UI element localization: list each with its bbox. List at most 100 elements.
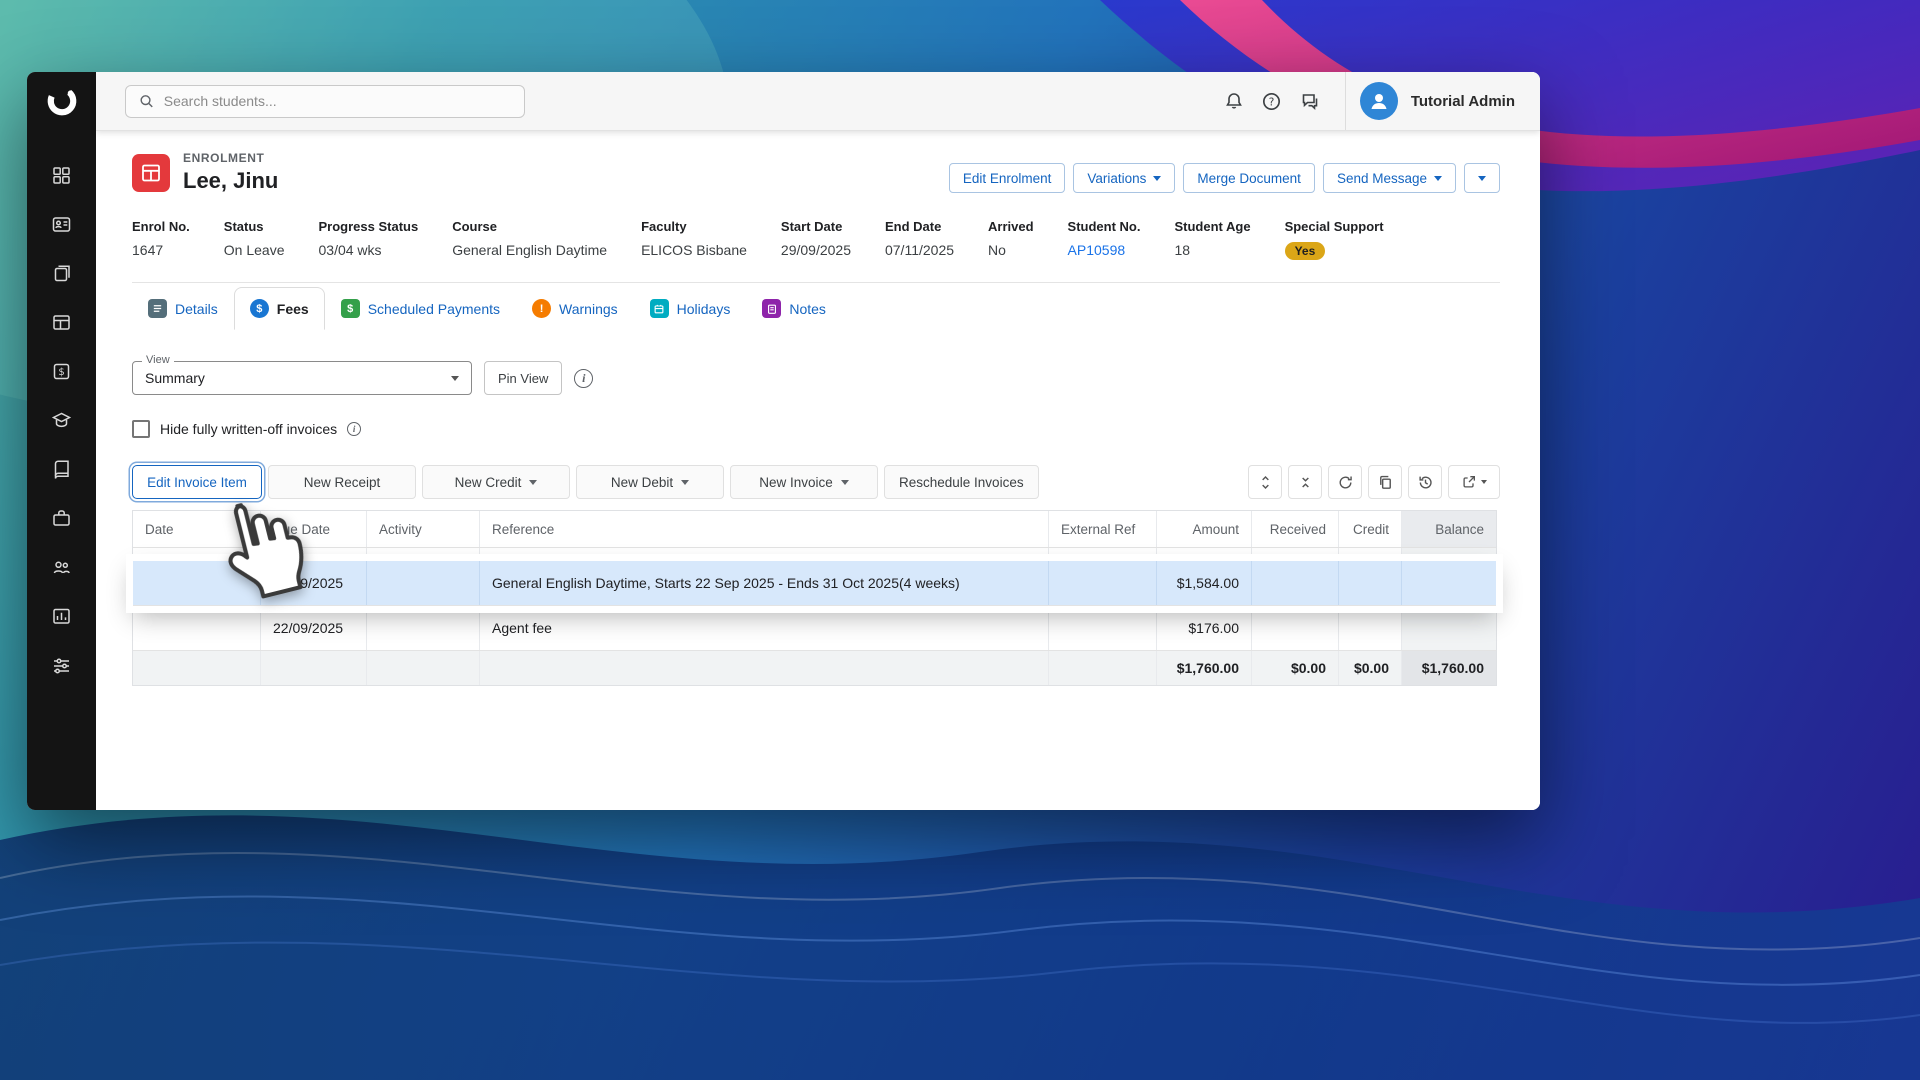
- info-enrol-no: Enrol No. 1647: [132, 219, 190, 258]
- student-no-link[interactable]: AP10598: [1068, 242, 1141, 258]
- notifications-icon[interactable]: [1215, 82, 1253, 120]
- tab-holidays[interactable]: Holidays: [634, 287, 747, 330]
- app-logo-icon[interactable]: [27, 72, 96, 130]
- invoice-row-partial[interactable]: [133, 548, 1496, 561]
- cell-balance: [1402, 606, 1496, 650]
- pin-view-button[interactable]: Pin View: [484, 361, 563, 395]
- user-name: Tutorial Admin: [1410, 92, 1515, 110]
- copy-table-icon[interactable]: [1368, 465, 1402, 499]
- profile-menu[interactable]: Tutorial Admin: [1359, 82, 1515, 120]
- info-student-age: Student Age 18: [1174, 219, 1251, 258]
- column-header[interactable]: Activity: [367, 511, 480, 547]
- info-start-date: Start Date 29/09/2025: [780, 219, 851, 258]
- education-icon[interactable]: [45, 409, 79, 431]
- column-header[interactable]: External Ref: [1049, 511, 1157, 547]
- cell-amount: $1,584.00: [1157, 561, 1252, 605]
- info-progress-status: Progress Status 03/04 wks: [318, 219, 419, 258]
- invoices-icon[interactable]: $: [45, 360, 79, 382]
- new-invoice-button[interactable]: New Invoice: [730, 465, 878, 499]
- help-icon[interactable]: ?: [1253, 82, 1291, 120]
- cell-received: [1252, 606, 1339, 650]
- tab-notes[interactable]: Notes: [746, 287, 842, 330]
- tab-warnings[interactable]: ! Warnings: [516, 287, 634, 330]
- more-actions-button[interactable]: [1464, 163, 1500, 193]
- cell-received: [1252, 561, 1339, 605]
- topbar: ? Tutorial Admin: [96, 72, 1540, 130]
- chevron-down-icon: [1434, 175, 1442, 181]
- chat-icon[interactable]: [1291, 82, 1329, 120]
- fees-table: Date Due Date Activity Reference Externa…: [132, 510, 1497, 686]
- total-amount: $1,760.00: [1157, 651, 1252, 685]
- column-header[interactable]: Received: [1252, 511, 1339, 547]
- column-header[interactable]: Credit: [1339, 511, 1402, 547]
- new-credit-button[interactable]: New Credit: [422, 465, 570, 499]
- invoice-row-highlighted[interactable]: 22/09/2025 General English Daytime, Star…: [133, 561, 1496, 606]
- briefcase-icon[interactable]: [45, 507, 79, 529]
- total-balance: $1,760.00: [1402, 651, 1496, 685]
- documents-icon[interactable]: [45, 262, 79, 284]
- reports-icon[interactable]: [45, 605, 79, 627]
- hide-written-off-checkbox[interactable]: [132, 420, 150, 438]
- view-select-value: Summary: [145, 370, 205, 386]
- status-badge: Yes: [1284, 242, 1326, 260]
- tab-scheduled-payments[interactable]: $ Scheduled Payments: [325, 287, 516, 330]
- info-special-support: Special Support Yes: [1284, 219, 1384, 260]
- search-box[interactable]: [125, 84, 525, 118]
- enrolment-icon: [132, 153, 170, 192]
- svg-text:$: $: [58, 367, 64, 378]
- contacts-icon[interactable]: [45, 213, 79, 235]
- agents-icon[interactable]: [45, 556, 79, 578]
- hide-written-off-info-icon[interactable]: i: [347, 422, 362, 436]
- cell-external-ref: [1049, 561, 1157, 605]
- total-credit: $0.00: [1339, 651, 1402, 685]
- info-student-no: Student No. AP10598: [1067, 219, 1141, 258]
- desktop-background: $ Search students... ? Tutorial Admin EN…: [0, 0, 1920, 1080]
- edit-enrolment-button[interactable]: Edit Enrolment: [948, 163, 1066, 193]
- collapse-rows-icon[interactable]: [1288, 465, 1322, 499]
- cell-external-ref: [1049, 606, 1157, 650]
- search-input[interactable]: [163, 93, 512, 109]
- tab-fees[interactable]: $ Fees: [233, 287, 325, 330]
- enrolment-eyebrow: ENROLMENT: [183, 151, 265, 165]
- column-header[interactable]: Amount: [1157, 511, 1252, 547]
- cell-due-date: 22/09/2025: [261, 606, 367, 650]
- export-icon[interactable]: [1448, 465, 1500, 499]
- tab-bar: Details $ Fees $ Scheduled Payments ! Wa…: [132, 283, 1500, 330]
- app-window: $ Search students... ? Tutorial Admin EN…: [27, 72, 1540, 810]
- dashboard-icon[interactable]: [45, 164, 79, 186]
- table-header-row: Date Due Date Activity Reference Externa…: [133, 511, 1496, 548]
- notes-icon: [762, 299, 782, 318]
- invoice-row-agent-fee[interactable]: 22/09/2025 Agent fee $176.00: [133, 606, 1496, 651]
- column-header[interactable]: Reference: [480, 511, 1049, 547]
- main-area: ? Tutorial Admin: [96, 72, 1540, 810]
- history-icon[interactable]: [1408, 465, 1442, 499]
- holidays-calendar-icon: [649, 299, 669, 318]
- merge-document-button[interactable]: Merge Document: [1183, 163, 1315, 193]
- view-select[interactable]: View Summary: [132, 354, 472, 395]
- info-end-date: End Date 07/11/2025: [884, 219, 955, 258]
- chevron-down-icon: [1478, 175, 1486, 181]
- chevron-down-icon: [1153, 175, 1162, 181]
- chevron-down-icon: [681, 479, 690, 485]
- hide-written-off-label: Hide fully written-off invoices: [160, 421, 338, 437]
- variations-button[interactable]: Variations: [1073, 163, 1176, 193]
- column-header[interactable]: Balance: [1402, 511, 1496, 547]
- refresh-icon[interactable]: [1328, 465, 1362, 499]
- view-info-icon[interactable]: i: [574, 368, 594, 388]
- reschedule-invoices-button[interactable]: Reschedule Invoices: [884, 465, 1039, 499]
- send-message-button[interactable]: Send Message: [1322, 163, 1456, 193]
- sidebar: $: [27, 72, 96, 810]
- library-icon[interactable]: [45, 458, 79, 480]
- total-received: $0.00: [1252, 651, 1339, 685]
- search-icon: [140, 95, 153, 108]
- topbar-divider: [1344, 72, 1346, 130]
- table-totals-row: $1,760.00 $0.00 $0.00 $1,760.00: [133, 651, 1496, 685]
- timetable-icon[interactable]: [45, 311, 79, 333]
- tab-details[interactable]: Details: [132, 287, 234, 330]
- avatar: [1359, 82, 1398, 120]
- warning-icon: !: [532, 299, 552, 318]
- new-debit-button[interactable]: New Debit: [576, 465, 724, 499]
- invoice-toolbar: Edit Invoice Item New Receipt New Credit…: [132, 465, 1500, 499]
- settings-sliders-icon[interactable]: [45, 654, 79, 676]
- expand-rows-icon[interactable]: [1248, 465, 1282, 499]
